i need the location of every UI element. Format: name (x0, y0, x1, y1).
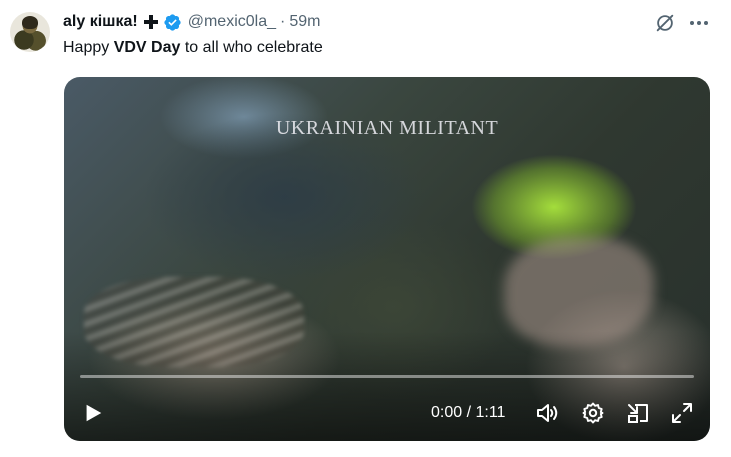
video-progress-bar[interactable] (80, 375, 694, 378)
pip-icon[interactable] (626, 402, 650, 424)
tweet-header: aly кішка! @mexic0la_ · 59m (63, 12, 320, 32)
video-controls-shade (64, 331, 710, 441)
display-name[interactable]: aly кішка! (63, 13, 138, 31)
video-time: 0:00 / 1:11 (431, 404, 506, 421)
separator-dot: · (280, 13, 286, 30)
video-player[interactable]: UKRAINIAN MILITANT 0:00 / 1:11 (64, 77, 710, 441)
tweet-text: Happy VDV Day to all who celebrate (63, 39, 323, 57)
verified-badge-icon[interactable] (163, 13, 182, 32)
tweet-text-bold: VDV Day (113, 39, 181, 56)
settings-icon[interactable] (581, 401, 605, 425)
plus-icon (143, 15, 158, 29)
grok-icon[interactable] (654, 12, 676, 34)
tweet-text-part: Happy (63, 39, 114, 56)
timestamp[interactable]: 59m (289, 13, 320, 31)
user-handle[interactable]: @mexic0la_ (188, 13, 276, 31)
fullscreen-icon[interactable] (671, 402, 693, 424)
play-icon[interactable] (82, 402, 104, 424)
avatar[interactable] (10, 12, 50, 52)
tweet-text-part: to all who celebrate (180, 39, 323, 56)
tweet[interactable]: aly кішка! @mexic0la_ · 59m Happy VDV Da… (0, 0, 731, 457)
volume-icon[interactable] (536, 402, 560, 424)
more-icon[interactable] (688, 12, 710, 34)
video-caption: UKRAINIAN MILITANT (275, 117, 499, 139)
